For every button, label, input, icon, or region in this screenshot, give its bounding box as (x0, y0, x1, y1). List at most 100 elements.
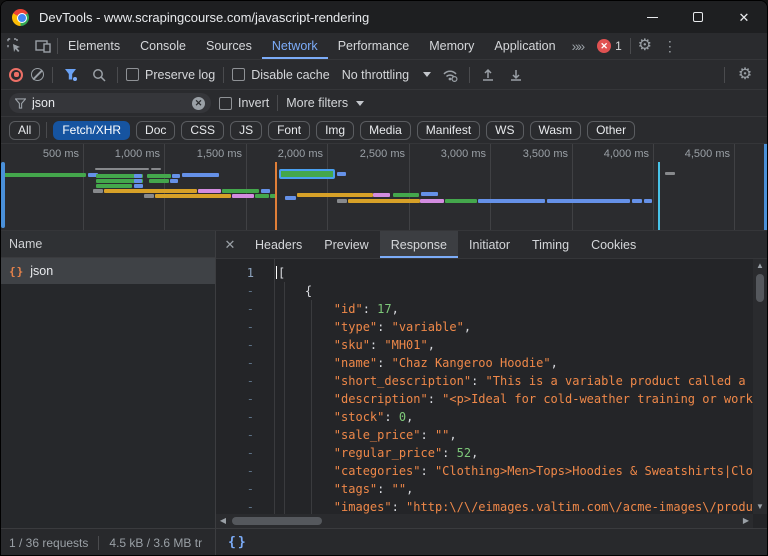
devtools-tab-performance[interactable]: Performance (328, 33, 420, 59)
filter-chip-wasm[interactable]: Wasm (530, 121, 582, 140)
export-har-button[interactable] (506, 60, 526, 89)
filter-chip-css[interactable]: CSS (181, 121, 224, 140)
response-tab-initiator[interactable]: Initiator (458, 231, 521, 258)
horizontal-scrollbar[interactable]: ◀ ▶ (216, 514, 753, 528)
network-overview-bar (96, 184, 132, 188)
devtools-menu-button[interactable]: ⋮ (659, 33, 681, 59)
filter-input-container[interactable]: ✕ (9, 93, 211, 113)
network-conditions-button[interactable] (439, 60, 461, 89)
close-response-panel-button[interactable]: ✕ (216, 237, 244, 253)
request-row-json[interactable]: {} json (1, 258, 215, 284)
network-overview-bar (285, 196, 296, 200)
network-overview[interactable]: 500 ms1,000 ms1,500 ms2,000 ms2,500 ms3,… (1, 144, 767, 231)
selected-request-bar (279, 169, 335, 179)
filter-chip-img[interactable]: Img (316, 121, 354, 140)
record-network-log-button[interactable] (9, 68, 23, 82)
inspect-icon (7, 38, 23, 54)
response-code-line: - "images": "http:\/\/eimages.valtim.com… (216, 498, 753, 514)
filter-chip-fetch-xhr[interactable]: Fetch/XHR (53, 121, 130, 140)
invert-checkbox[interactable] (219, 97, 232, 110)
throttling-select[interactable]: No throttling (342, 68, 431, 82)
filter-chip-manifest[interactable]: Manifest (417, 121, 480, 140)
line-gutter: - (216, 498, 266, 514)
network-overview-bar (147, 174, 171, 178)
horizontal-scroll-thumb[interactable] (232, 517, 322, 525)
overview-left-handle[interactable] (1, 162, 5, 228)
overview-gridline (327, 144, 328, 230)
disable-cache-checkbox[interactable] (232, 68, 245, 81)
disable-cache-toggle[interactable]: Disable cache (232, 68, 330, 82)
network-overview-bar (232, 194, 254, 198)
import-har-button[interactable] (478, 60, 498, 89)
line-gutter: - (216, 480, 266, 498)
response-code-area[interactable]: 1[- {- "id": 17,- "type": "variable",- "… (216, 259, 767, 528)
filter-chip-ws[interactable]: WS (486, 121, 523, 140)
code-text: "sku": "MH01", (266, 336, 435, 354)
code-text: "stock": 0, (266, 408, 413, 426)
format-json-button[interactable]: {} (216, 529, 260, 556)
filter-chip-media[interactable]: Media (360, 121, 411, 140)
preserve-log-toggle[interactable]: Preserve log (126, 68, 215, 82)
vertical-scroll-thumb[interactable] (756, 274, 764, 302)
name-column-header[interactable]: Name (1, 231, 215, 258)
response-tab-cookies[interactable]: Cookies (580, 231, 647, 258)
scroll-right-arrow[interactable]: ▶ (739, 514, 753, 528)
network-conditions-icon (442, 68, 459, 82)
code-text: "categories": "Clothing>Men>Tops>Hoodies… (266, 462, 753, 480)
scroll-left-arrow[interactable]: ◀ (216, 514, 230, 528)
network-overview-bar (255, 194, 269, 198)
error-badge[interactable]: ✕ 1 (589, 39, 630, 53)
network-overview-bar (547, 199, 630, 203)
toolbar-divider (469, 67, 470, 83)
devtools-tab-elements[interactable]: Elements (58, 33, 130, 59)
clear-filter-icon[interactable]: ✕ (192, 97, 205, 110)
response-tab-response[interactable]: Response (380, 231, 458, 258)
scroll-down-arrow[interactable]: ▼ (753, 500, 767, 514)
network-overview-bar (170, 179, 178, 183)
filter-chip-other[interactable]: Other (587, 121, 635, 140)
search-button[interactable] (89, 60, 109, 89)
response-tab-timing[interactable]: Timing (521, 231, 580, 258)
inspect-element-button[interactable] (1, 33, 29, 59)
code-text: { (266, 282, 312, 300)
clear-network-log-button[interactable] (31, 68, 44, 81)
network-overview-bar (665, 172, 675, 175)
gear-icon: ⚙ (638, 38, 652, 54)
devtools-tab-console[interactable]: Console (130, 33, 196, 59)
devtools-tab-memory[interactable]: Memory (419, 33, 484, 59)
filter-input[interactable] (32, 96, 172, 110)
filter-chip-doc[interactable]: Doc (136, 121, 175, 140)
response-tab-preview[interactable]: Preview (313, 231, 379, 258)
more-filters-dropdown[interactable]: More filters (286, 96, 364, 110)
funnel-icon (64, 68, 78, 81)
response-code-line: - "sale_price": "", (216, 426, 753, 444)
devtools-tab-bar: ElementsConsoleSourcesNetworkPerformance… (1, 33, 767, 60)
scroll-up-arrow[interactable]: ▲ (753, 259, 767, 273)
invert-toggle[interactable]: Invert (219, 96, 269, 110)
response-tab-headers[interactable]: Headers (244, 231, 313, 258)
filter-chip-font[interactable]: Font (268, 121, 310, 140)
filter-chip-js[interactable]: JS (230, 121, 262, 140)
overview-right-handle[interactable] (764, 144, 767, 230)
line-gutter: - (216, 300, 266, 318)
devtools-tab-sources[interactable]: Sources (196, 33, 262, 59)
preserve-log-checkbox[interactable] (126, 68, 139, 81)
close-button[interactable]: ✕ (721, 1, 767, 33)
vertical-scrollbar[interactable]: ▲ ▼ (753, 259, 767, 514)
devtools-tab-application[interactable]: Application (484, 33, 565, 59)
maximize-button[interactable] (675, 1, 721, 33)
error-icon: ✕ (597, 39, 611, 53)
minimize-button[interactable] (629, 1, 675, 33)
more-panels-button[interactable]: »» (566, 38, 590, 54)
overview-gridline (164, 144, 165, 230)
transferred-size: 4.5 kB / 3.6 MB tr (109, 536, 202, 550)
device-toolbar-button[interactable] (29, 33, 57, 59)
indent-guide (311, 300, 312, 514)
response-code-line: - "tags": "", (216, 480, 753, 498)
filter-toggle-button[interactable] (61, 60, 81, 89)
filter-chip-all[interactable]: All (9, 121, 40, 140)
network-settings-button[interactable]: ⚙ (731, 67, 759, 83)
devtools-settings-button[interactable]: ⚙ (631, 33, 659, 59)
status-divider (98, 536, 99, 550)
devtools-tab-network[interactable]: Network (262, 33, 328, 59)
